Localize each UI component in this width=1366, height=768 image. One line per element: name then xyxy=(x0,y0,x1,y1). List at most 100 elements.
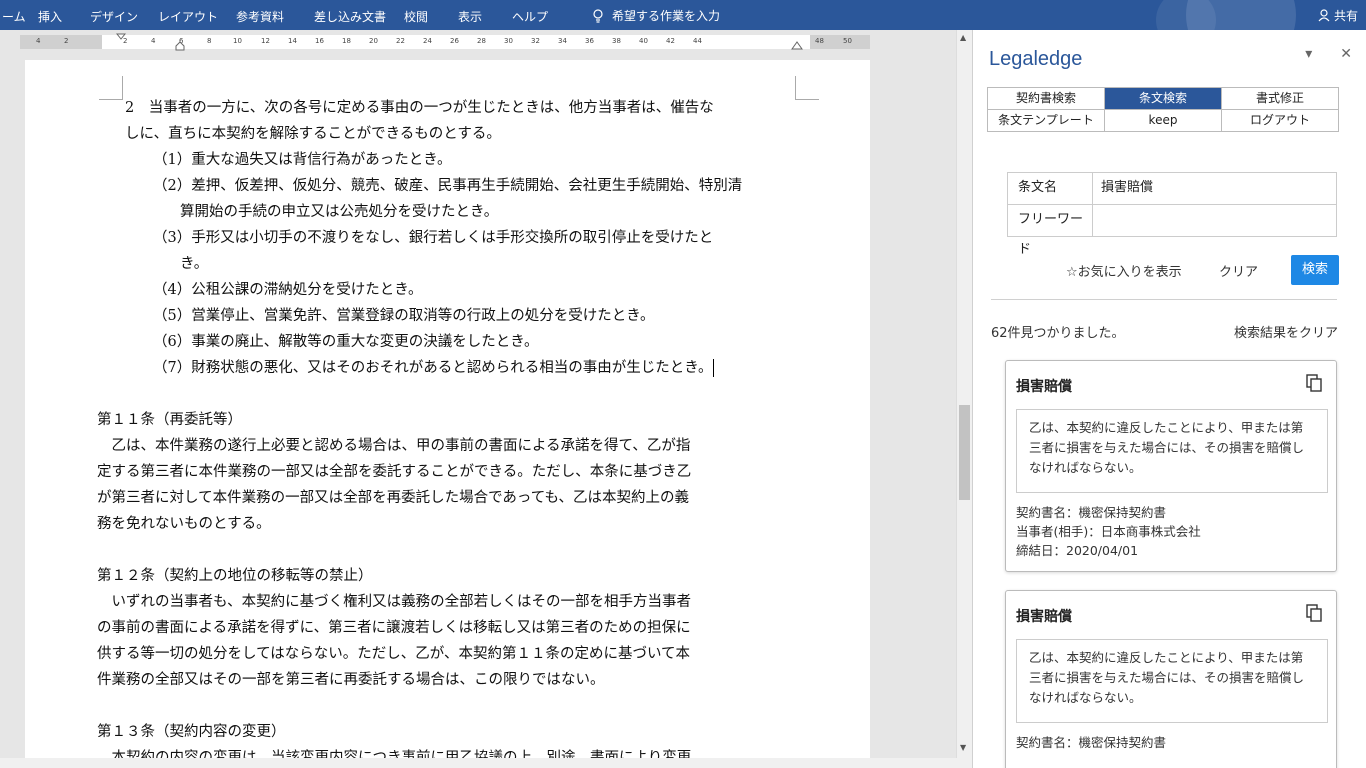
result-meta: 契約書名：機密保持契約書 xyxy=(1016,733,1166,752)
tab-home[interactable]: ーム xyxy=(2,8,26,25)
ruler-tick: 12 xyxy=(261,37,270,45)
paragraph: の事前の書面による承諾を得ずに、第三者に譲渡若しくは移転し又は第三者のための担保… xyxy=(97,620,691,636)
result-card[interactable]: 損害賠償 乙は、本契約に違反したことにより、甲または第三者に損害を与えた場合には… xyxy=(1005,590,1337,768)
result-body: 乙は、本契約に違反したことにより、甲または第三者に損害を与えた場合には、その損害… xyxy=(1016,409,1328,493)
tab-keep[interactable]: keep xyxy=(1105,110,1222,132)
result-title: 損害賠償 xyxy=(1016,379,1072,395)
document-body[interactable]: 2 当事者の一方に、次の各号に定める事由の一つが生じたときは、他方当事者は、催告… xyxy=(97,95,825,768)
ribbon-decoration-small xyxy=(1156,0,1216,30)
list-item: （3）手形又は小切手の不渡りをなし、銀行若しくは手形交換所の取引停止を受けたと xyxy=(153,230,714,246)
ruler-tick: 14 xyxy=(288,37,297,45)
ruler-tick: 10 xyxy=(233,37,242,45)
ruler-tick: 16 xyxy=(315,37,324,45)
ruler-tick: 24 xyxy=(423,37,432,45)
right-indent-marker[interactable] xyxy=(791,41,803,50)
tab-logout[interactable]: ログアウト xyxy=(1222,110,1339,132)
paragraph: 件業務の全部又はその一部を第三者に再委託する場合は、この限りではない。 xyxy=(97,672,605,688)
clear-results-button[interactable]: 検索結果をクリア xyxy=(1234,322,1338,341)
clear-button[interactable]: クリア xyxy=(1219,261,1258,280)
paragraph: しに、直ちに本契約を解除することができるものとする。 xyxy=(125,126,501,142)
ruler-tick: 4 xyxy=(151,37,156,45)
copy-icon[interactable] xyxy=(1304,373,1324,393)
pane-menu-chevron-icon[interactable]: ▾ xyxy=(1305,46,1312,62)
list-item: （4）公租公課の滞納処分を受けたとき。 xyxy=(153,282,423,298)
list-item: （5）営業停止、営業免許、営業登録の取消等の行政上の処分を受けたとき。 xyxy=(153,308,655,324)
divider xyxy=(991,299,1337,300)
document-area: 4 2 2 4 6 8 10 12 14 16 18 20 22 24 26 2… xyxy=(0,30,956,768)
keyword-input[interactable] xyxy=(1093,205,1337,237)
tab-mailings[interactable]: 差し込み文書 xyxy=(314,8,386,25)
hanging-indent-marker[interactable] xyxy=(175,41,185,51)
ruler-tick: 32 xyxy=(531,37,540,45)
scroll-thumb[interactable] xyxy=(959,405,970,500)
search-button[interactable]: 検索 xyxy=(1291,255,1339,285)
article-title: 第１２条（契約上の地位の移転等の禁止） xyxy=(97,568,373,584)
ribbon-bar: ーム 挿入 デザイン レイアウト 参考資料 差し込み文書 校閲 表示 ヘルプ 希… xyxy=(0,0,1366,30)
tell-me-box[interactable]: 希望する作業を入力 xyxy=(592,7,720,24)
close-icon[interactable]: ✕ xyxy=(1340,46,1352,62)
tab-help[interactable]: ヘルプ xyxy=(512,8,548,25)
article-title: 第１３条（契約内容の変更） xyxy=(97,724,286,740)
ruler-tick: 34 xyxy=(558,37,567,45)
clause-name-label: 条文名 xyxy=(1008,173,1093,205)
tab-review[interactable]: 校閲 xyxy=(404,8,428,25)
ruler-tick: 50 xyxy=(843,37,852,45)
person-icon xyxy=(1318,9,1330,22)
paragraph: 務を免れないものとする。 xyxy=(97,516,271,532)
tab-clause-search[interactable]: 条文検索 xyxy=(1105,88,1222,110)
ruler-tick: 22 xyxy=(396,37,405,45)
tab-references[interactable]: 参考資料 xyxy=(236,8,284,25)
first-line-indent-marker[interactable] xyxy=(116,33,126,41)
list-item-text: （7）財務状態の悪化、又はそのおそれがあると認められる相当の事由が生じたとき。 xyxy=(153,360,713,376)
clause-name-input[interactable]: 損害賠償 xyxy=(1093,173,1337,205)
result-title: 損害賠償 xyxy=(1016,609,1072,625)
tab-design[interactable]: デザイン xyxy=(90,8,138,25)
signing-date: 締結日：2020/04/01 xyxy=(1016,543,1139,558)
scroll-down-icon[interactable]: ▼ xyxy=(960,743,966,752)
ruler-tick: 48 xyxy=(815,37,824,45)
copy-icon[interactable] xyxy=(1304,603,1324,623)
share-button[interactable]: 共有 xyxy=(1318,7,1358,24)
contract-name: 契約書名：機密保持契約書 xyxy=(1016,735,1167,750)
list-item: （6）事業の廃止、解散等の重大な変更の決議をしたとき。 xyxy=(153,334,539,350)
vertical-scrollbar[interactable]: ▲ ▼ xyxy=(956,30,972,758)
tab-clause-template[interactable]: 条文テンプレート xyxy=(988,110,1105,132)
paragraph: 2 当事者の一方に、次の各号に定める事由の一つが生じたときは、他方当事者は、催告… xyxy=(125,100,714,116)
counterparty: 当事者(相手)：日本商事株式会社 xyxy=(1016,524,1201,539)
paragraph: が第三者に対して本件業務の一部又は全部を再委託した場合であっても、乙は本契約上の… xyxy=(97,490,690,506)
list-item-cont: 算開始の手続の申立又は公売処分を受けたとき。 xyxy=(180,204,499,220)
horizontal-scrollbar[interactable] xyxy=(0,758,972,768)
ruler-tick: 8 xyxy=(207,37,212,45)
result-card[interactable]: 損害賠償 乙は、本契約に違反したことにより、甲または第三者に損害を与えた場合には… xyxy=(1005,360,1337,572)
paragraph: 乙は、本件業務の遂行上必要と認める場合は、甲の事前の書面による承諾を得て、乙が指 xyxy=(97,438,691,454)
text-cursor xyxy=(712,359,714,377)
list-item: （1）重大な過失又は背信行為があったとき。 xyxy=(153,152,452,168)
tab-view[interactable]: 表示 xyxy=(458,8,482,25)
ruler-tick: 4 xyxy=(36,37,41,45)
ruler-tick: 30 xyxy=(504,37,513,45)
scroll-up-icon[interactable]: ▲ xyxy=(960,33,966,42)
show-favorites-button[interactable]: ☆お気に入りを表示 xyxy=(1066,261,1182,280)
tell-me-label: 希望する作業を入力 xyxy=(612,9,721,23)
tab-format-fix[interactable]: 書式修正 xyxy=(1222,88,1339,110)
ruler[interactable]: 4 2 2 4 6 8 10 12 14 16 18 20 22 24 26 2… xyxy=(20,33,870,51)
article-title: 第１１条（再委託等） xyxy=(97,412,242,428)
contract-name: 契約書名：機密保持契約書 xyxy=(1016,505,1167,520)
pane-title: Legaledge xyxy=(989,48,1083,70)
tab-insert[interactable]: 挿入 xyxy=(38,8,62,25)
ruler-tick: 40 xyxy=(639,37,648,45)
search-actions: ☆お気に入りを表示 クリア 検索 xyxy=(991,255,1339,285)
paragraph: いずれの当事者も、本契約に基づく権利又は義務の全部若しくはその一部を相手方当事者 xyxy=(97,594,692,610)
tab-layout[interactable]: レイアウト xyxy=(158,8,218,25)
result-meta: 契約書名：機密保持契約書 当事者(相手)：日本商事株式会社 締結日：2020/0… xyxy=(1016,503,1201,560)
keyword-label: フリーワード xyxy=(1008,205,1093,257)
document-page[interactable]: 2 当事者の一方に、次の各号に定める事由の一つが生じたときは、他方当事者は、催告… xyxy=(25,60,870,768)
tab-contract-search[interactable]: 契約書検索 xyxy=(988,88,1105,110)
list-item-cont: き。 xyxy=(180,256,209,272)
pane-tabs: 契約書検索 条文検索 書式修正 条文テンプレート keep ログアウト xyxy=(987,87,1339,132)
pane-controls: ▾ ✕ xyxy=(1305,46,1352,62)
ruler-tick: 44 xyxy=(693,37,702,45)
